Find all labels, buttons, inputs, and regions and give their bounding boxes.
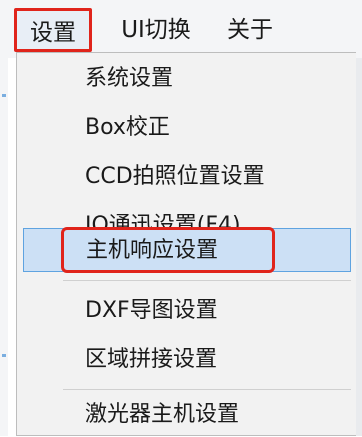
- menu-item-laser-host[interactable]: 激光器主机设置: [23, 393, 351, 437]
- menu-about[interactable]: 关于: [212, 8, 288, 52]
- menu-ui-switch[interactable]: UI切换: [104, 8, 208, 52]
- settings-dropdown-menu: 系统设置 Box校正 CCD拍照位置设置 IO通迅设置(F4) 主机响应设置 D…: [16, 52, 356, 436]
- menu-item-label: 激光器主机设置: [85, 402, 240, 427]
- menu-separator: [63, 280, 351, 281]
- right-window-edge: [356, 58, 362, 436]
- menu-item-region-stitching[interactable]: 区域拼接设置: [23, 338, 351, 382]
- edge-marker: [2, 354, 6, 357]
- menu-item-host-response[interactable]: 主机响应设置: [23, 227, 351, 273]
- menu-separator: [63, 389, 351, 390]
- left-window-edge: [0, 58, 8, 436]
- menu-item-label: CCD拍照位置设置: [85, 164, 265, 189]
- menu-item-box-calibration[interactable]: Box校正: [23, 106, 351, 150]
- menu-item-label: DXF导图设置: [85, 298, 218, 323]
- menu-settings[interactable]: 设置: [14, 8, 92, 52]
- menu-item-ccd-photo-position[interactable]: CCD拍照位置设置: [23, 155, 351, 199]
- edge-marker: [2, 94, 6, 97]
- menu-bar: 设置 UI切换 关于: [0, 0, 362, 58]
- menu-item-label: Box校正: [85, 115, 170, 140]
- menu-item-dxf-import[interactable]: DXF导图设置: [23, 289, 351, 333]
- menu-item-system-settings[interactable]: 系统设置: [23, 57, 351, 101]
- menu-item-label: 主机响应设置: [86, 238, 219, 263]
- menu-item-label: 系统设置: [85, 66, 174, 91]
- menu-item-label: 区域拼接设置: [85, 347, 218, 372]
